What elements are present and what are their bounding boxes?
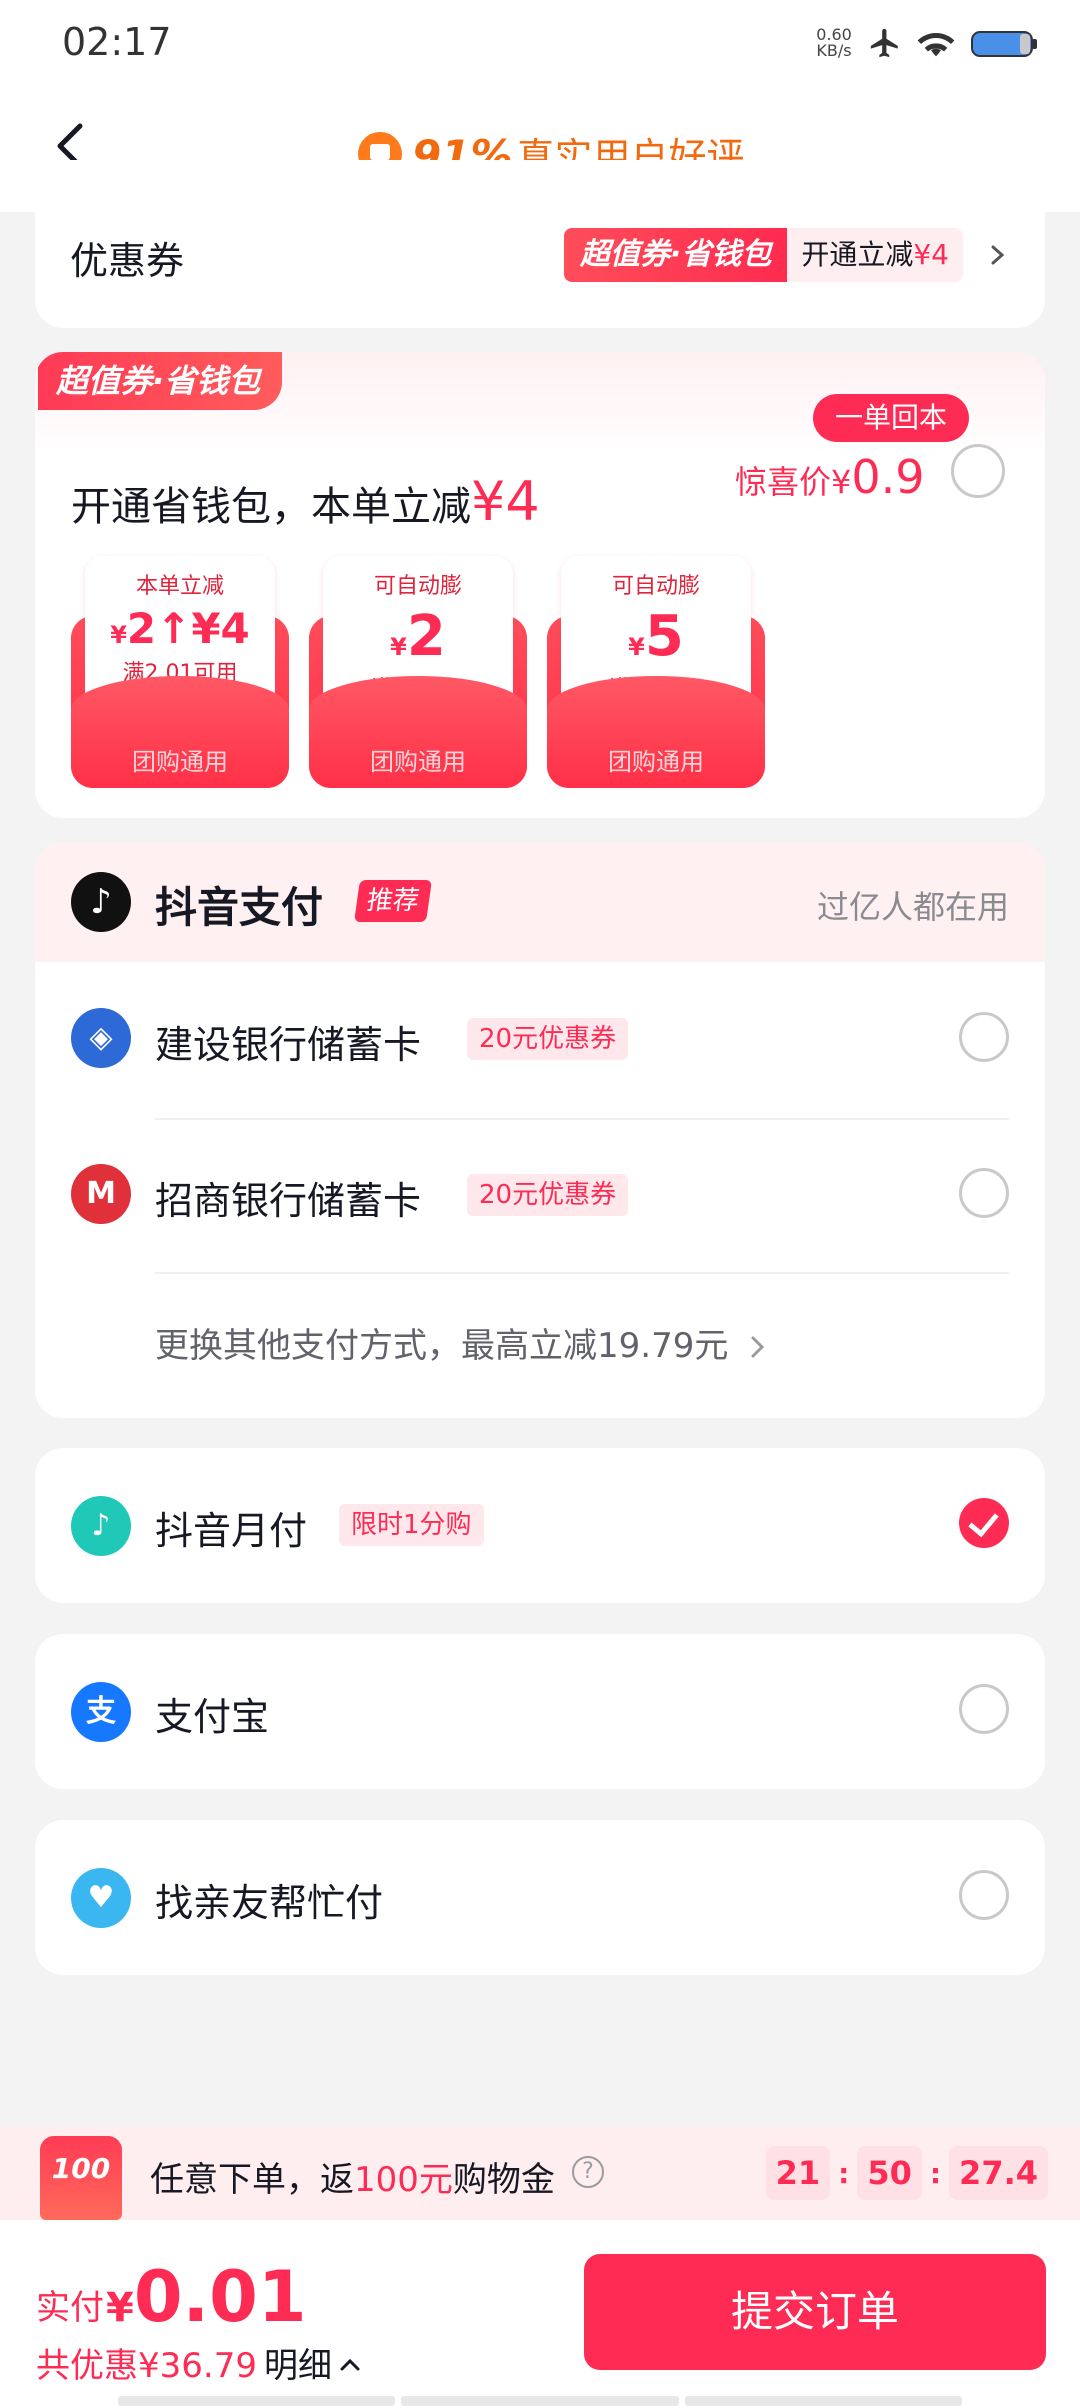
douyin-pay-slogan: 过亿人都在用 [816,888,1009,926]
airplane-icon [870,28,898,58]
voucher-value: ¥2 [390,604,446,669]
other-pay-methods-link[interactable]: 更换其他支付方式，最高立减19.79元 [155,1318,769,1367]
payback-pill: 一单回本 [813,394,970,442]
price-detail-link[interactable]: 明细 [264,2338,362,2387]
voucher-head: 可自动膨 [611,574,700,599]
chevron-up-icon [340,2358,360,2371]
bank-radio-ccb[interactable] [959,1012,1009,1062]
surprise-price-value: 0.9 [851,450,925,504]
pay-label: 实付 [36,2288,104,2328]
bank-coupon-tag: 20元优惠券 [467,1174,629,1216]
net-speed: 0.60 KB/s [816,25,852,60]
pay-method-name: 抖音月付 [155,1509,308,1553]
battery-icon [971,31,1037,57]
alipay-radio[interactable] [959,1684,1009,1734]
friend-pay-heart-icon: ♥ [71,1868,131,1928]
wallet-title: 开通省钱包，本单立减¥4 [71,470,540,533]
status-icons: 0.60 KB/s [814,22,1040,64]
voucher-footer: 团购通用 [132,748,228,776]
douyin-pay-header: ♪ 抖音支付 推荐 过亿人都在用 [35,842,1045,962]
voucher-2: 可自动膨 ¥2 满20可用 团购通用 [309,556,527,788]
surprise-price: 惊喜价¥0.9 [735,450,925,504]
cmb-bank-icon: M [71,1164,131,1224]
coupon-tag-text: 开通立减 [801,238,914,271]
voucher-3: 可自动膨 ¥5 满50可用 团购通用 [547,556,765,788]
douyin-pay-title: 抖音支付 [155,883,324,932]
checkout-bar: 实付 ¥0.01 共优惠¥36.79 明细 提交订单 [0,2220,1080,2408]
chevron-right-icon[interactable] [987,244,1009,266]
voucher-footer: 团购通用 [370,748,466,776]
bank-row-ccb[interactable]: ◈ 建设银行储蓄卡 20元优惠券 [35,962,1045,1117]
timer-minutes: 50 [857,2146,922,2200]
bank-coupon-tag: 20元优惠券 [467,1018,629,1060]
wallet-badge: 超值券·省钱包 [38,352,283,410]
checked-radio-icon[interactable] [959,1498,1009,1548]
chevron-right-icon [751,1336,765,1358]
total-discount: 共优惠¥36.79 [36,2346,257,2386]
wallet-title-amount: ¥4 [471,470,540,533]
pay-method-friend[interactable]: ♥ 找亲友帮忙付 [35,1820,1045,1975]
alipay-icon: 支 [71,1682,131,1742]
help-icon[interactable]: ? [572,2156,604,2188]
douyin-monthly-icon: ♪ [71,1496,131,1556]
wallet-radio[interactable] [951,444,1005,498]
coupon-tag[interactable]: 超值券·省钱包 开通立减¥4 [563,228,963,282]
coupon-label: 优惠券 [70,239,185,283]
countdown-timer: 21 : 50 : 27.4 [765,2146,1048,2200]
douyin-pay-card: ♪ 抖音支付 推荐 过亿人都在用 ◈ 建设银行储蓄卡 20元优惠券 M 招商银行… [35,842,1045,1418]
bank-row-cmb[interactable]: M 招商银行储蓄卡 20元优惠券 [35,1118,1045,1273]
voucher-head: 可自动膨 [373,574,462,599]
promo-text: 任意下单，返100元购物金 [150,2160,555,2200]
douyin-logo-icon: ♪ [71,872,131,932]
promo-bar[interactable]: 100 任意下单，返100元购物金 ? 21 : 50 : 27.4 [0,2126,1080,2220]
voucher-1: 本单立减 ¥2↑¥4 满2.01可用 团购通用 [71,556,289,788]
timer-seconds: 27.4 [949,2146,1048,2200]
timer-hours: 21 [765,2146,831,2200]
bank-radio-cmb[interactable] [959,1168,1009,1218]
ccb-bank-icon: ◈ [71,1008,131,1068]
pay-amount: ¥0.01 [106,2256,307,2338]
wallet-card[interactable]: 超值券·省钱包 开通省钱包，本单立减¥4 一单回本 惊喜价¥0.9 本单立减 ¥… [35,352,1045,818]
red-envelope-icon: 100 [40,2136,122,2220]
status-bar: 02:17 0.60 KB/s [0,0,1080,86]
limited-offer-tag: 限时1分购 [339,1504,484,1546]
friend-pay-radio[interactable] [959,1870,1009,1920]
bank-name: 招商银行储蓄卡 [155,1179,422,1223]
submit-order-button[interactable]: 提交订单 [584,2254,1046,2370]
voucher-head: 本单立减 [135,574,224,599]
voucher-footer: 团购通用 [608,748,704,776]
pay-method-alipay[interactable]: 支 支付宝 [35,1634,1045,1789]
coupon-tag-brand: 超值券·省钱包 [563,228,788,282]
status-time: 02:17 [62,20,172,64]
recommend-tag: 推荐 [354,880,432,922]
home-indicator [118,2396,962,2406]
bank-name: 建设银行储蓄卡 [155,1023,422,1067]
coupon-tag-amount: ¥4 [913,238,949,271]
pay-method-douyin-monthly[interactable]: ♪ 抖音月付 限时1分购 [35,1448,1045,1603]
wifi-icon [917,33,955,57]
voucher-value: ¥2↑¥4 [110,604,250,653]
divider [155,1272,1009,1274]
voucher-value: ¥5 [628,604,684,669]
pay-method-name: 找亲友帮忙付 [155,1881,384,1925]
pay-method-name: 支付宝 [155,1695,270,1739]
coupon-row[interactable]: 优惠券 超值券·省钱包 开通立减¥4 [35,160,1045,328]
